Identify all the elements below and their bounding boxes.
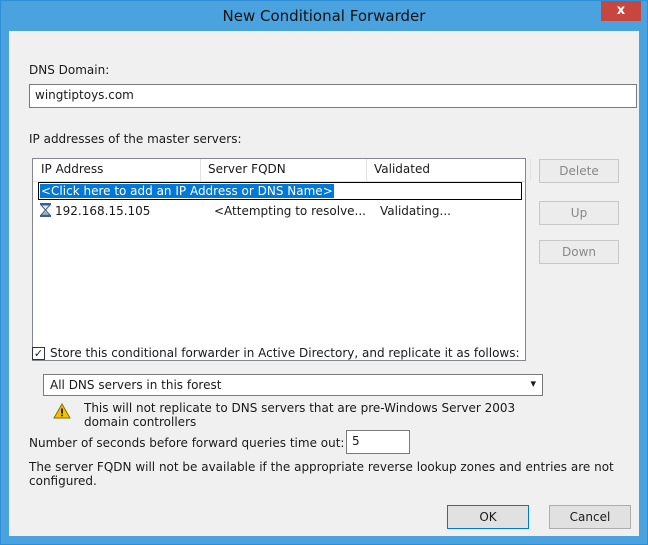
replication-scope-value: All DNS servers in this forest	[50, 378, 222, 392]
dns-domain-input[interactable]: wingtiptoys.com	[29, 84, 637, 108]
delete-button-label: Delete	[559, 164, 599, 178]
table-row[interactable]: 192.168.15.105 <Attempting to resolve...…	[38, 202, 522, 220]
fqdn-note-line2: configured.	[29, 474, 97, 488]
add-server-row[interactable]: <Click here to add an IP Address or DNS …	[38, 182, 522, 200]
master-servers-label: IP addresses of the master servers:	[29, 132, 242, 146]
up-button-label: Up	[570, 206, 588, 220]
column-header-validated[interactable]: Validated	[374, 162, 430, 176]
down-button[interactable]: Down	[539, 240, 619, 264]
down-button-label: Down	[561, 245, 596, 259]
column-divider[interactable]	[366, 159, 367, 181]
hourglass-icon	[39, 203, 52, 220]
delete-button[interactable]: Delete	[539, 159, 619, 183]
warning-text-line1: This will not replicate to DNS servers t…	[84, 401, 516, 415]
column-divider[interactable]	[200, 159, 201, 181]
row-validated: Validating...	[380, 204, 451, 218]
list-header: IP Address Server FQDN Validated	[33, 159, 531, 182]
up-button[interactable]: Up	[539, 201, 619, 225]
warning-icon	[53, 402, 71, 419]
timeout-label: Number of seconds before forward queries…	[29, 436, 345, 450]
close-button[interactable]: x	[601, 1, 641, 21]
warning-text-line2: domain controllers	[84, 415, 197, 429]
store-in-ad-checkbox[interactable]: ✓	[32, 347, 45, 360]
replication-scope-select[interactable]: All DNS servers in this forest ▾	[43, 374, 543, 396]
dns-domain-label: DNS Domain:	[29, 63, 110, 77]
ok-button[interactable]: OK	[447, 505, 529, 529]
column-header-ip[interactable]: IP Address	[41, 162, 103, 176]
add-server-prompt[interactable]: <Click here to add an IP Address or DNS …	[40, 184, 334, 198]
cancel-button-label: Cancel	[569, 510, 611, 524]
dialog-title: New Conditional Forwarder	[222, 7, 426, 25]
checkmark-icon: ✓	[33, 347, 44, 360]
column-divider[interactable]	[530, 159, 531, 181]
cancel-button[interactable]: Cancel	[549, 505, 631, 529]
row-ip-address: 192.168.15.105	[55, 204, 151, 218]
ok-button-label: OK	[479, 510, 497, 524]
chevron-down-icon[interactable]: ▾	[530, 377, 536, 390]
store-in-ad-label[interactable]: Store this conditional forwarder in Acti…	[50, 346, 520, 360]
title-bar[interactable]: New Conditional Forwarder x	[1, 1, 647, 31]
timeout-input[interactable]: 5	[346, 430, 410, 454]
close-icon: x	[616, 3, 626, 18]
column-header-fqdn[interactable]: Server FQDN	[208, 162, 286, 176]
row-server-fqdn: <Attempting to resolve...	[214, 204, 366, 218]
dialog-body: DNS Domain: wingtiptoys.com IP addresses…	[9, 31, 639, 536]
dialog-window: New Conditional Forwarder x DNS Domain: …	[0, 0, 648, 545]
fqdn-note-line1: The server FQDN will not be available if…	[29, 460, 614, 474]
master-servers-list[interactable]: IP Address Server FQDN Validated <Click …	[32, 158, 531, 361]
